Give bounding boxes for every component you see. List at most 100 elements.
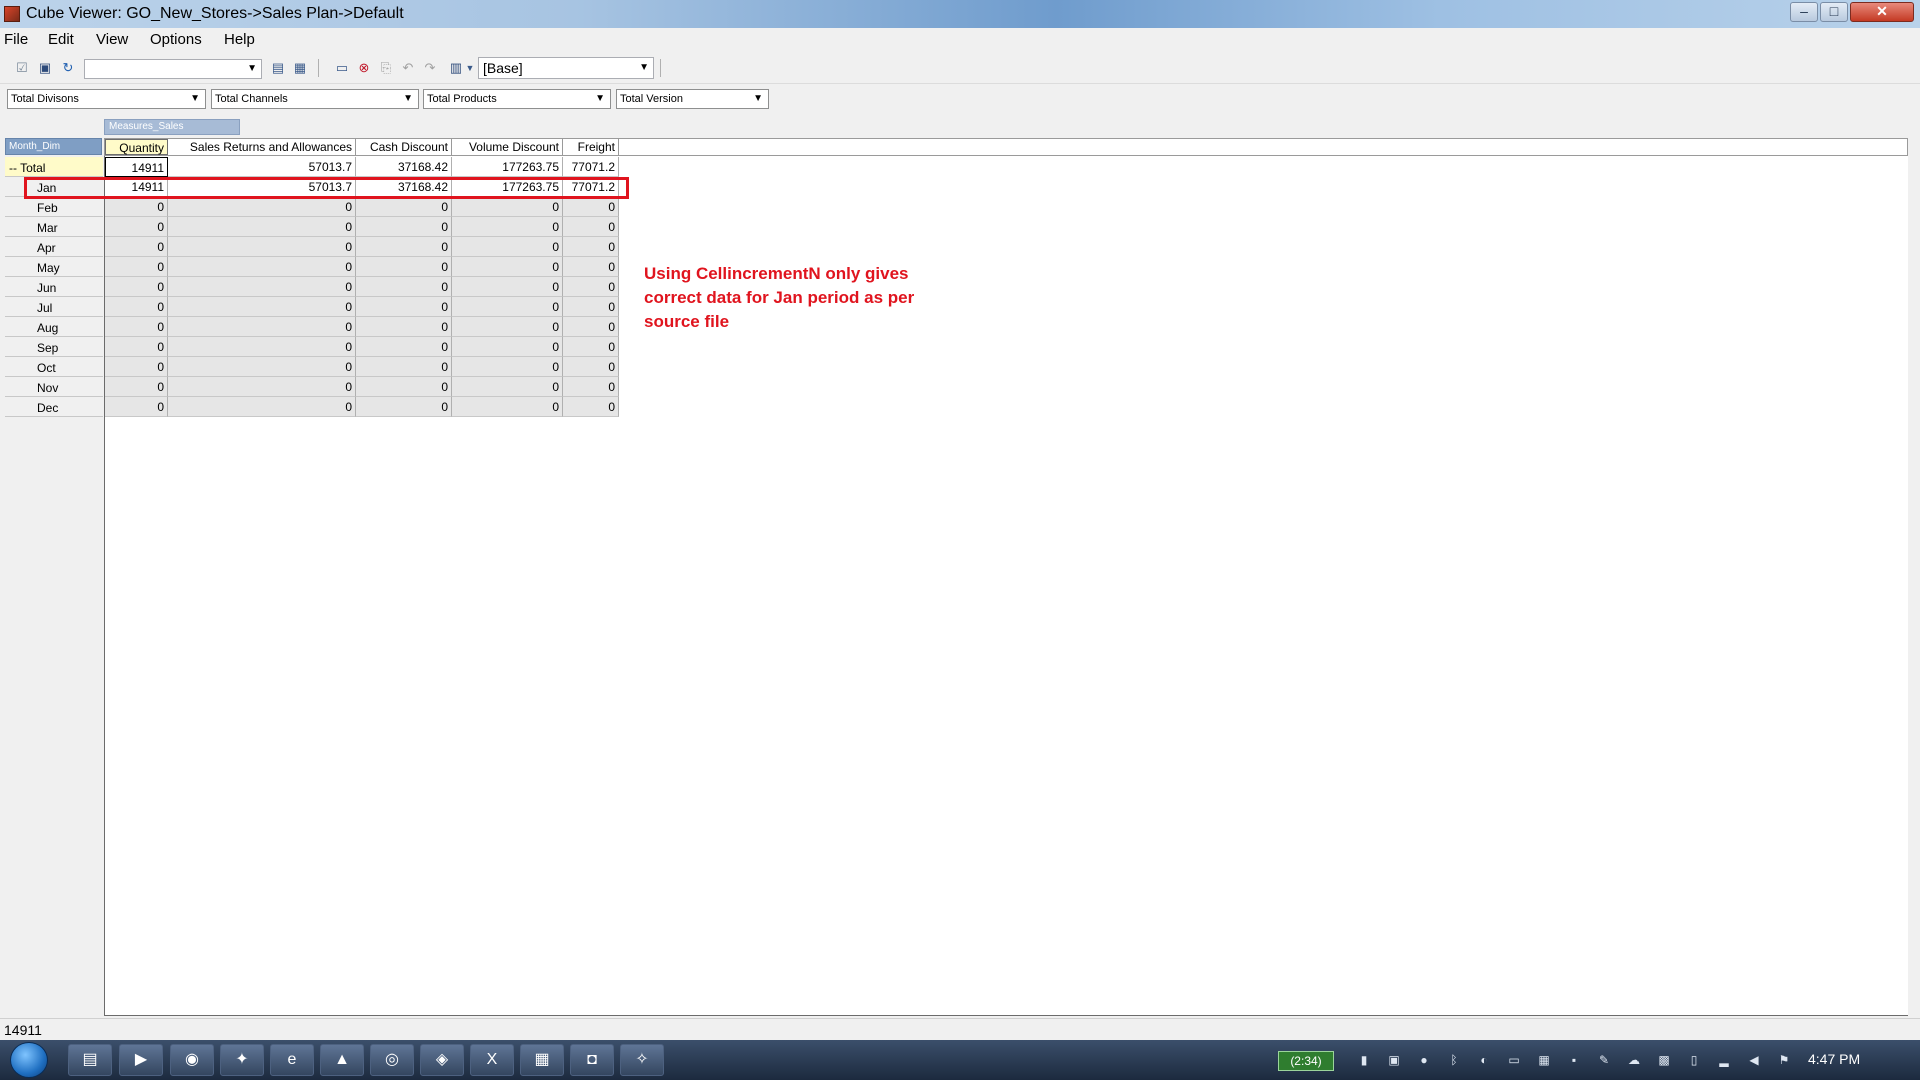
stop-icon[interactable]: ⊗ — [356, 60, 372, 76]
row-header-month[interactable]: Jun — [5, 277, 103, 297]
data-cell[interactable]: 0 — [356, 337, 452, 357]
data-cell[interactable]: 0 — [356, 317, 452, 337]
data-cell[interactable]: 0 — [452, 317, 563, 337]
data-cell[interactable]: 0 — [356, 277, 452, 297]
data-cell[interactable]: 0 — [356, 357, 452, 377]
signal-icon[interactable]: ▂ — [1716, 1052, 1732, 1068]
menu-edit[interactable]: Edit — [48, 31, 74, 48]
view-options-icon[interactable]: ▦ — [292, 60, 308, 76]
row-header-month[interactable]: Dec — [5, 397, 103, 417]
version-dimension-select[interactable]: Total Version ▼ — [616, 89, 769, 109]
bluetooth-icon[interactable]: ᛒ — [1446, 1052, 1462, 1068]
row-header-total[interactable]: -- Total — [5, 157, 103, 177]
channels-dimension-select[interactable]: Total Channels ▼ — [211, 89, 419, 109]
screen-icon[interactable]: ▭ — [334, 60, 350, 76]
data-cell[interactable]: 0 — [168, 377, 356, 397]
data-cell[interactable]: 0 — [563, 337, 619, 357]
battery-icon[interactable]: ▯ — [1686, 1052, 1702, 1068]
sandbox-icon[interactable]: ▤ — [270, 60, 286, 76]
copy-icon[interactable]: ⎘ — [378, 60, 394, 76]
data-cell[interactable]: 0 — [452, 357, 563, 377]
tray-icon[interactable]: ● — [1416, 1052, 1432, 1068]
tray-icon[interactable]: ▮ — [1356, 1052, 1372, 1068]
data-cell[interactable]: 0 — [452, 237, 563, 257]
row-header-month[interactable]: Nov — [5, 377, 103, 397]
chevron-down-icon[interactable]: ▼ — [462, 60, 478, 76]
redo-icon[interactable]: ↷ — [422, 60, 438, 76]
data-cell[interactable]: 0 — [105, 297, 168, 317]
clock[interactable]: 4:47 PM — [1808, 1051, 1860, 1067]
column-header-freight[interactable]: Freight — [563, 139, 619, 155]
data-cell[interactable]: 0 — [563, 317, 619, 337]
menu-file[interactable]: File — [4, 31, 28, 48]
data-cell[interactable]: 0 — [563, 397, 619, 417]
row-header-month[interactable]: Mar — [5, 217, 103, 237]
tray-icon[interactable]: ▭ — [1506, 1052, 1522, 1068]
data-cell[interactable]: 0 — [452, 217, 563, 237]
internet-explorer-icon[interactable]: e — [270, 1044, 314, 1076]
data-cell[interactable]: 77071.2 — [563, 157, 619, 177]
row-header-month[interactable]: Apr — [5, 237, 103, 257]
data-cell[interactable]: 0 — [356, 397, 452, 417]
column-dimension-tab[interactable]: Measures_Sales — [104, 119, 240, 135]
row-header-month[interactable]: Feb — [5, 197, 103, 217]
data-cell[interactable]: 0 — [452, 297, 563, 317]
data-cell[interactable]: 0 — [356, 297, 452, 317]
data-cell[interactable]: 0 — [452, 377, 563, 397]
menu-help[interactable]: Help — [224, 31, 255, 48]
app-icon[interactable]: ◘ — [570, 1044, 614, 1076]
row-header-month[interactable]: Sep — [5, 337, 103, 357]
data-cell[interactable]: 0 — [563, 277, 619, 297]
app-icon[interactable]: ◈ — [420, 1044, 464, 1076]
data-cell[interactable]: 0 — [563, 257, 619, 277]
data-cell[interactable]: 0 — [356, 257, 452, 277]
column-header-quantity[interactable]: Quantity — [105, 139, 168, 155]
data-cell[interactable]: 0 — [168, 397, 356, 417]
data-cell[interactable]: 0 — [452, 277, 563, 297]
view-combo[interactable]: [Base] ▼ — [478, 57, 654, 79]
row-header-month[interactable]: Jul — [5, 297, 103, 317]
row-header-month[interactable]: Aug — [5, 317, 103, 337]
document-icon[interactable]: ▦ — [520, 1044, 564, 1076]
data-cell[interactable]: 0 — [168, 297, 356, 317]
data-cell[interactable]: 0 — [563, 237, 619, 257]
data-cell[interactable]: 0 — [168, 337, 356, 357]
globe-icon[interactable]: ◎ — [370, 1044, 414, 1076]
data-cell[interactable]: 0 — [105, 237, 168, 257]
app-icon[interactable]: ✦ — [220, 1044, 264, 1076]
excel-icon[interactable]: X — [470, 1044, 514, 1076]
data-cell[interactable]: 0 — [452, 257, 563, 277]
data-cell[interactable]: 0 — [105, 317, 168, 337]
column-header-volume-discount[interactable]: Volume Discount — [452, 139, 563, 155]
refresh-icon[interactable]: ↻ — [60, 60, 76, 76]
data-cell[interactable]: 0 — [105, 377, 168, 397]
volume-icon[interactable]: ◀ — [1746, 1052, 1762, 1068]
column-header-sales-returns[interactable]: Sales Returns and Allowances — [168, 139, 356, 155]
products-dimension-select[interactable]: Total Products ▼ — [423, 89, 611, 109]
data-cell[interactable]: 0 — [356, 217, 452, 237]
tray-icon[interactable]: ✎ — [1596, 1052, 1612, 1068]
data-cell[interactable]: 0 — [452, 197, 563, 217]
row-header-month[interactable]: Oct — [5, 357, 103, 377]
close-button[interactable]: ✕ — [1850, 2, 1914, 22]
data-cell[interactable]: 14911 — [105, 157, 168, 177]
start-button[interactable] — [10, 1042, 48, 1078]
tray-icon[interactable]: ▩ — [1656, 1052, 1672, 1068]
divisions-dimension-select[interactable]: Total Divisons ▼ — [7, 89, 206, 109]
data-cell[interactable]: 0 — [356, 377, 452, 397]
data-cell[interactable]: 0 — [168, 357, 356, 377]
data-cell[interactable]: 0 — [168, 277, 356, 297]
tray-icon[interactable]: ◐ — [1476, 1052, 1492, 1068]
media-player-icon[interactable]: ▶ — [119, 1044, 163, 1076]
data-cell[interactable]: 177263.75 — [452, 157, 563, 177]
app-icon[interactable]: ▲ — [320, 1044, 364, 1076]
data-cell[interactable]: 0 — [105, 337, 168, 357]
data-cell[interactable]: 0 — [105, 197, 168, 217]
data-cell[interactable]: 37168.42 — [356, 157, 452, 177]
data-cell[interactable]: 0 — [563, 297, 619, 317]
data-cell[interactable]: 57013.7 — [168, 157, 356, 177]
data-cell[interactable]: 0 — [168, 257, 356, 277]
menu-view[interactable]: View — [96, 31, 128, 48]
maximize-button[interactable]: □ — [1820, 2, 1848, 22]
tray-icon[interactable]: ▦ — [1536, 1052, 1552, 1068]
